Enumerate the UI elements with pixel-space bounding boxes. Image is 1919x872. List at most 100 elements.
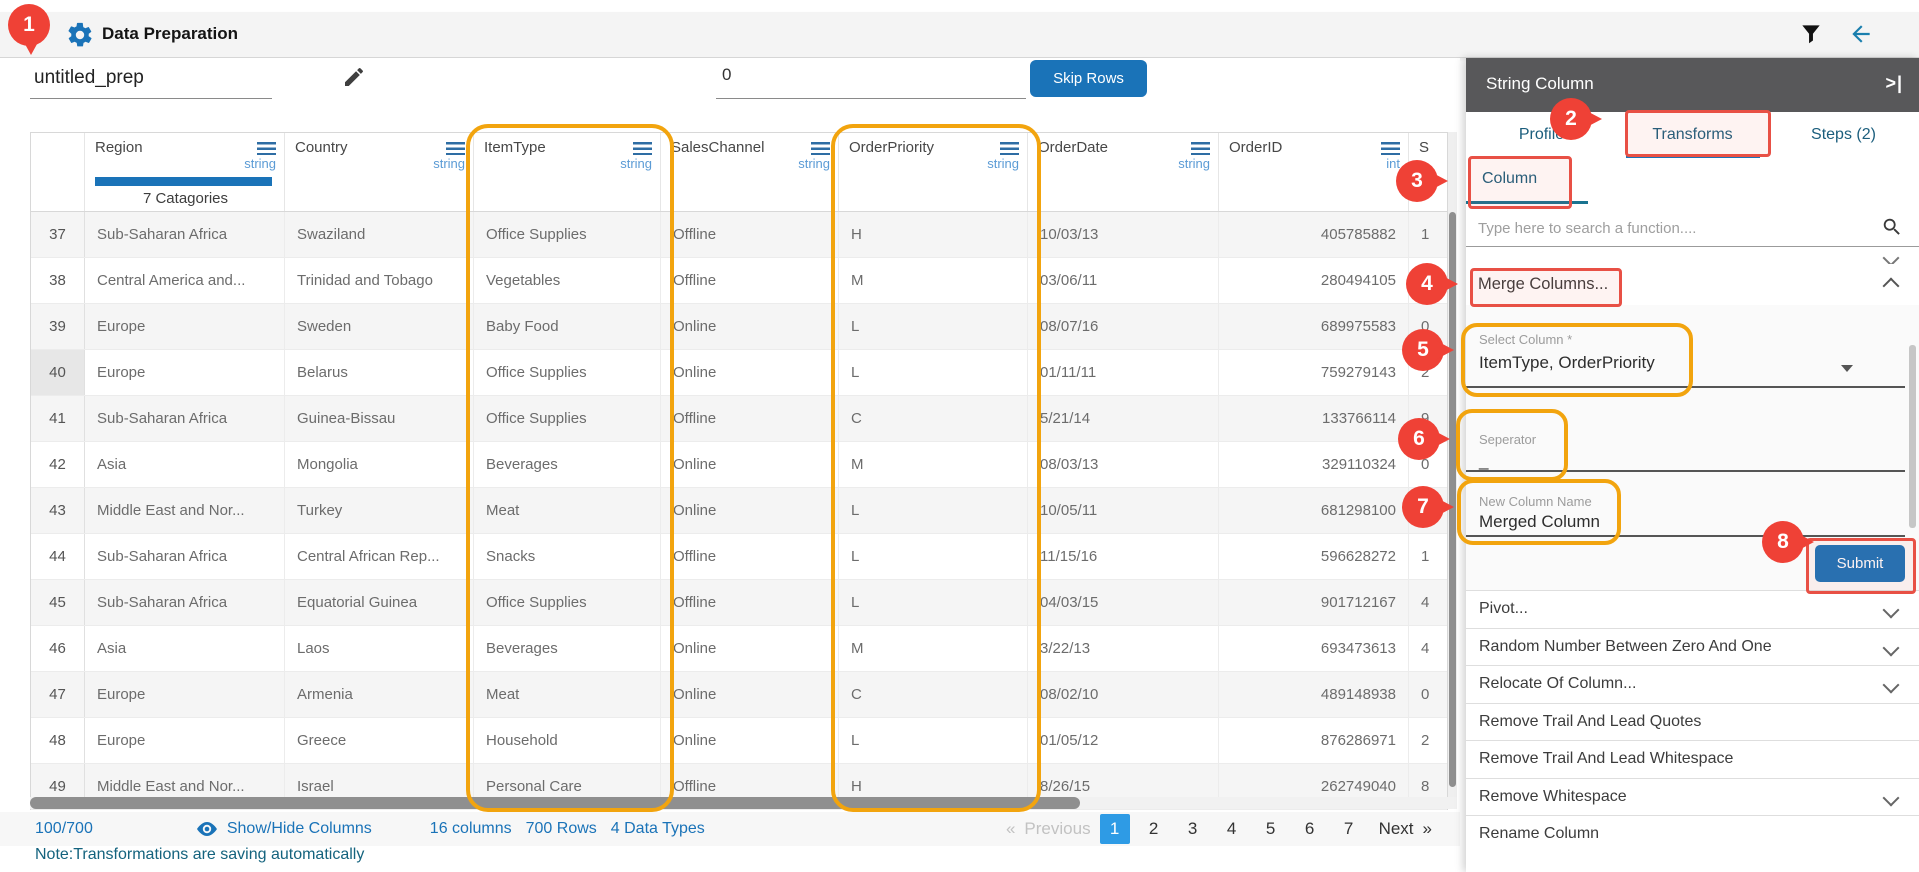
page-number[interactable]: 6 [1295,814,1325,844]
table-cell[interactable]: Beverages [474,626,661,671]
row-number[interactable]: 42 [31,442,85,487]
column-header-orderid[interactable]: OrderIDint [1219,133,1409,211]
table-cell[interactable]: Greece [285,718,474,763]
eye-icon[interactable] [195,817,219,841]
tab-column[interactable]: Column [1482,170,1537,188]
table-cell[interactable]: 681298100 [1219,488,1409,533]
table-cell[interactable]: L [839,350,1028,395]
table-cell[interactable]: Equatorial Guinea [285,580,474,625]
function-item-remove-trail-and-lead-whitespace[interactable]: Remove Trail And Lead Whitespace [1466,740,1919,778]
table-cell[interactable]: Online [661,626,839,671]
table-cell[interactable]: 01/05/12 [1028,718,1219,763]
table-cell[interactable]: Online [661,350,839,395]
skip-rows-input[interactable]: 0 [722,65,731,85]
table-cell[interactable]: L [839,718,1028,763]
function-item-random-number-between-zero-and-one[interactable]: Random Number Between Zero And One [1466,628,1919,666]
table-cell[interactable]: 596628272 [1219,534,1409,579]
table-cell[interactable]: M [839,258,1028,303]
table-cell[interactable]: 689975583 [1219,304,1409,349]
column-header-orderdate[interactable]: OrderDatestring [1028,133,1219,211]
table-cell[interactable]: 04/03/15 [1028,580,1219,625]
table-cell[interactable]: Mongolia [285,442,474,487]
table-cell[interactable]: M [839,626,1028,671]
table-cell[interactable]: Belarus [285,350,474,395]
vertical-scrollbar[interactable] [1449,212,1456,787]
table-cell[interactable]: Guinea-Bissau [285,396,474,441]
table-cell[interactable]: Baby Food [474,304,661,349]
dropdown-caret-icon[interactable] [1841,365,1853,372]
row-number[interactable]: 38 [31,258,85,303]
table-cell[interactable]: Office Supplies [474,396,661,441]
table-cell[interactable]: 4 [1409,580,1449,625]
column-menu-icon[interactable] [1191,142,1210,155]
column-header-country[interactable]: Countrystring [285,133,474,211]
new-column-name-field[interactable]: Merged Column [1479,512,1600,532]
table-cell[interactable]: 2 [1409,718,1449,763]
table-cell[interactable]: 876286971 [1219,718,1409,763]
row-number[interactable]: 45 [31,580,85,625]
table-cell[interactable]: 2 [1409,350,1449,395]
table-cell[interactable]: Turkey [285,488,474,533]
row-number[interactable]: 47 [31,672,85,717]
collapse-panel-icon[interactable]: >| [1885,73,1903,94]
table-cell[interactable]: Offline [661,580,839,625]
table-cell[interactable]: 08/07/16 [1028,304,1219,349]
table-cell[interactable]: Sweden [285,304,474,349]
prep-name-input[interactable]: untitled_prep [34,67,144,89]
table-cell[interactable]: Offline [661,534,839,579]
table-cell[interactable]: L [839,534,1028,579]
column-menu-icon[interactable] [446,142,465,155]
column-header-saleschannel[interactable]: SalesChannelstring [661,133,839,211]
horizontal-scrollbar[interactable] [30,797,1080,809]
table-cell[interactable]: Office Supplies [474,350,661,395]
tab-profile[interactable]: Profile [1466,112,1617,158]
page-number[interactable]: 3 [1178,814,1208,844]
table-cell[interactable]: 1 [1409,212,1449,257]
table-cell[interactable]: L [839,488,1028,533]
pagination-first-icon[interactable]: « [1006,819,1015,839]
table-cell[interactable]: 10/03/13 [1028,212,1219,257]
clipped-function-item[interactable] [1466,248,1919,264]
table-cell[interactable]: Trinidad and Tobago [285,258,474,303]
table-cell[interactable]: C [839,396,1028,441]
show-hide-columns-button[interactable]: Show/Hide Columns [227,820,372,838]
function-item-pivot-[interactable]: Pivot... [1466,590,1919,628]
table-cell[interactable]: Snacks [474,534,661,579]
table-cell[interactable]: 4 [1409,626,1449,671]
table-cell[interactable]: Sub-Saharan Africa [85,534,285,579]
table-cell[interactable]: 5/21/14 [1028,396,1219,441]
column-header-itemtype[interactable]: ItemTypestring [474,133,661,211]
table-cell[interactable]: C [839,672,1028,717]
submit-button[interactable]: Submit [1815,545,1905,582]
table-cell[interactable]: Europe [85,672,285,717]
table-cell[interactable]: L [839,304,1028,349]
page-number[interactable]: 4 [1217,814,1247,844]
table-cell[interactable]: Office Supplies [474,212,661,257]
row-number[interactable]: 44 [31,534,85,579]
table-cell[interactable]: 01/11/11 [1028,350,1219,395]
row-number[interactable]: 39 [31,304,85,349]
row-number[interactable]: 46 [31,626,85,671]
table-cell[interactable]: Europe [85,718,285,763]
row-number[interactable]: 37 [31,212,85,257]
function-search-input[interactable]: Type here to search a function.... [1478,220,1696,237]
pencil-edit-icon[interactable] [342,65,366,89]
table-cell[interactable]: 08/02/10 [1028,672,1219,717]
separator-field[interactable]: _ [1479,451,1488,471]
table-cell[interactable]: Offline [661,212,839,257]
table-cell[interactable]: 08/03/13 [1028,442,1219,487]
pagination-previous[interactable]: Previous [1024,819,1090,839]
table-cell[interactable]: 489148938 [1219,672,1409,717]
page-number[interactable]: 1 [1100,814,1130,844]
table-cell[interactable]: Sub-Saharan Africa [85,396,285,441]
page-number[interactable]: 7 [1334,814,1364,844]
table-cell[interactable]: 3/22/13 [1028,626,1219,671]
table-cell[interactable]: 405785882 [1219,212,1409,257]
table-cell[interactable]: Beverages [474,442,661,487]
table-cell[interactable]: Online [661,488,839,533]
filter-funnel-icon[interactable] [1798,21,1824,47]
table-cell[interactable]: 0 [1409,442,1449,487]
table-cell[interactable]: H [839,212,1028,257]
column-menu-icon[interactable] [257,142,276,155]
pagination-next[interactable]: Next [1379,819,1414,839]
